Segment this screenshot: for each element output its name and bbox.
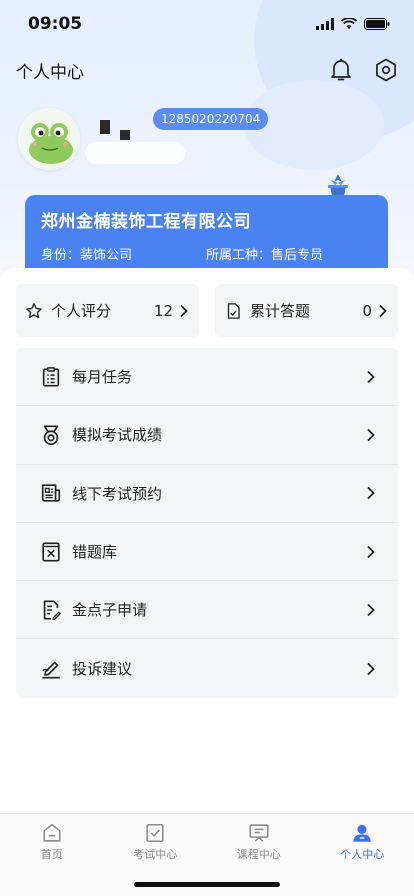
- chevron-right-icon: [379, 304, 387, 317]
- redacted-name: [85, 142, 185, 164]
- bell-icon[interactable]: [330, 58, 352, 82]
- menu-label: 模拟考试成绩: [72, 426, 163, 445]
- chevron-right-icon: [367, 428, 375, 442]
- answer-doc-icon: [227, 302, 240, 319]
- content-panel: 个人评分 12 累计答题 0 每月任务 模拟考试成绩 线下考试预约 错题库 金点…: [0, 268, 414, 813]
- wifi-icon: [341, 18, 357, 29]
- job-type-text: 所属工种：售后专员: [206, 248, 324, 263]
- chevron-right-icon: [367, 603, 375, 616]
- avatar[interactable]: [18, 108, 80, 170]
- chevron-right-icon: [180, 304, 188, 317]
- menu-item-complaints-suggestions[interactable]: 投诉建议: [16, 639, 398, 697]
- menu-item-mock-exam-scores[interactable]: 模拟考试成绩: [16, 406, 398, 465]
- course-icon: [249, 824, 269, 842]
- doc-edit-icon: [43, 600, 62, 620]
- tab-personal-center[interactable]: 个人中心: [311, 814, 414, 896]
- exam-icon: [146, 823, 164, 843]
- clipboard-list-icon: [42, 366, 60, 387]
- frog-avatar-icon: [18, 108, 80, 170]
- stat-value: 12: [153, 301, 173, 320]
- stat-card-rating[interactable]: 个人评分 12: [16, 284, 199, 337]
- stat-label: 个人评分: [51, 302, 112, 320]
- company-card: 郑州金楠装饰工程有限公司 身份：装饰公司 所属工种：售后专员: [25, 195, 388, 275]
- menu-item-monthly-tasks[interactable]: 每月任务: [16, 348, 398, 407]
- battery-icon: [364, 18, 390, 30]
- tab-label: 课程中心: [236, 848, 281, 861]
- user-id-badge: 1285020220704: [153, 108, 269, 130]
- person-icon: [353, 824, 371, 842]
- status-bar: 09:05: [0, 0, 414, 48]
- tab-home[interactable]: 首页: [0, 814, 104, 896]
- company-name: 郑州金楠装饰工程有限公司: [41, 212, 251, 232]
- menu-label: 线下考试预约: [72, 484, 163, 503]
- pen-sign-icon: [42, 661, 60, 679]
- chevron-right-icon: [367, 487, 375, 500]
- identity-text: 身份：装饰公司: [41, 248, 133, 263]
- signal-icon: [316, 18, 334, 30]
- redacted-mark: [100, 120, 110, 134]
- stat-label: 累计答题: [250, 302, 311, 320]
- status-time: 09:05: [28, 14, 83, 34]
- menu-label: 投诉建议: [72, 660, 133, 679]
- menu-item-wrong-questions[interactable]: 错题库: [16, 523, 398, 582]
- wrong-book-icon: [42, 541, 60, 562]
- chevron-right-icon: [367, 662, 375, 675]
- menu-label: 金点子申请: [72, 601, 148, 620]
- stat-card-answers[interactable]: 累计答题 0: [215, 284, 398, 337]
- menu-list: 每月任务 模拟考试成绩 线下考试预约 错题库 金点子申请 投诉建议: [16, 348, 398, 698]
- medal-icon: [43, 425, 59, 445]
- home-indicator: [134, 882, 280, 887]
- home-icon: [43, 823, 61, 842]
- chevron-right-icon: [367, 370, 375, 383]
- chevron-right-icon: [367, 545, 375, 558]
- menu-item-offline-exam-booking[interactable]: 线下考试预约: [16, 465, 398, 523]
- tab-label: 个人中心: [340, 848, 385, 861]
- redacted-mark: [120, 130, 130, 140]
- newspaper-icon: [41, 484, 61, 502]
- page-title: 个人中心: [16, 62, 84, 83]
- tab-label: 考试中心: [133, 848, 178, 861]
- menu-item-idea-application[interactable]: 金点子申请: [16, 581, 398, 640]
- menu-label: 每月任务: [72, 368, 133, 387]
- status-icons: [316, 18, 390, 30]
- tab-label: 首页: [40, 848, 63, 861]
- settings-icon[interactable]: [374, 58, 398, 82]
- star-icon: [26, 302, 42, 318]
- stat-value: 0: [362, 301, 372, 320]
- menu-label: 错题库: [72, 543, 118, 562]
- nav-bar: 个人中心: [0, 50, 414, 90]
